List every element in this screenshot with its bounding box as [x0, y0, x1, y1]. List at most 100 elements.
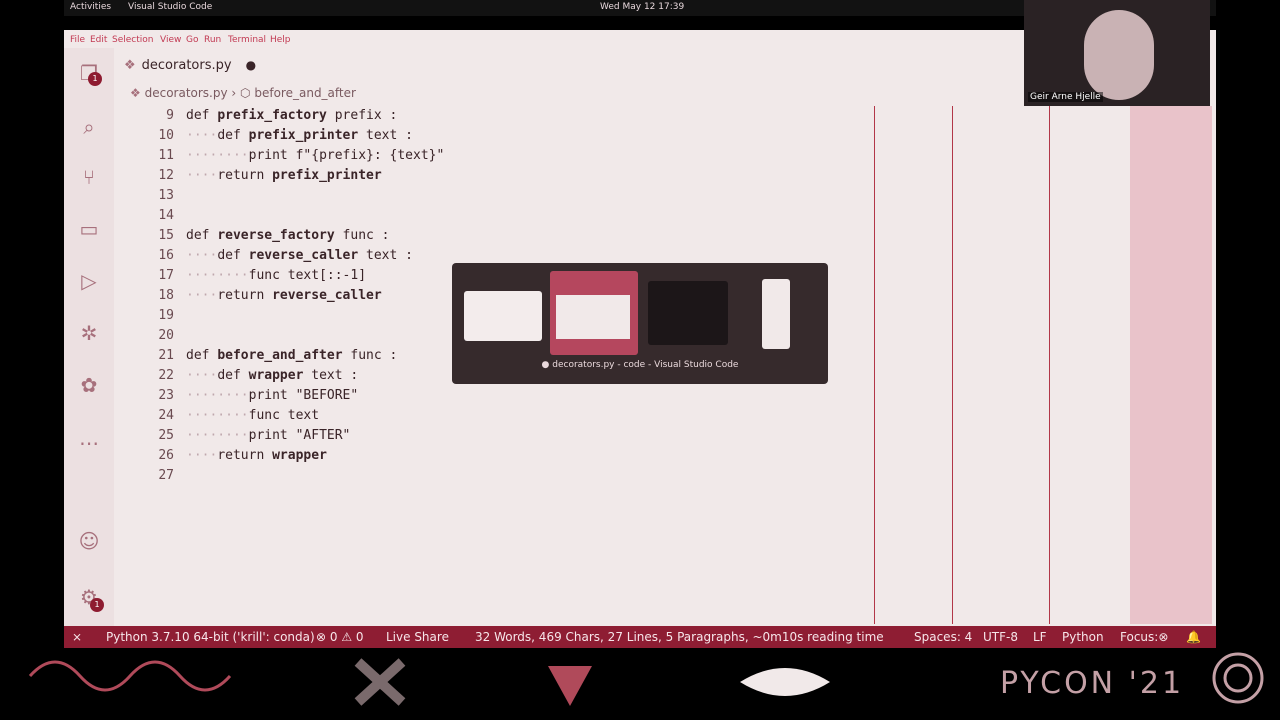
code-token: f"{prefix}: {text}" [287, 148, 445, 163]
code-token: return [217, 448, 265, 463]
editor-ruler [874, 106, 875, 624]
code-token: ···· [186, 448, 218, 463]
bell-icon[interactable]: 🔔 [1186, 630, 1201, 644]
remote-explorer-icon[interactable]: ▭ [76, 216, 102, 242]
line-number: 10 [158, 128, 174, 143]
code-token: prefix : [326, 108, 398, 123]
live-share-button[interactable]: Live Share [386, 630, 449, 644]
menu-edit[interactable]: Edit [90, 35, 107, 45]
webcam-overlay: Geir Arne Hjelle [1024, 0, 1210, 106]
breadcrumb-symbol[interactable]: before_and_after [254, 86, 356, 100]
window-switcher: ● decorators.py - code - Visual Studio C… [452, 263, 828, 384]
line-number: 9 [166, 108, 174, 123]
editor-ruler [952, 106, 953, 624]
menu-terminal[interactable]: Terminal [228, 35, 266, 45]
menu-help[interactable]: Help [270, 35, 291, 45]
python-file-icon: ❖ [130, 86, 141, 100]
pycon-logo-icon [1212, 652, 1264, 704]
symbol-method-icon: ⬡ [240, 86, 251, 100]
code-token: text : [358, 128, 413, 143]
run-debug-icon[interactable]: ▷ [76, 268, 102, 294]
code-text: ········func text[::-1] [186, 266, 366, 286]
encoding[interactable]: UTF-8 [983, 630, 1018, 644]
redacted-bar [404, 16, 876, 28]
code-token: "BEFORE" [287, 388, 359, 403]
live-share-icon[interactable]: ✿ [76, 372, 102, 398]
line-number: 15 [158, 228, 174, 243]
code-token: reverse_caller [248, 248, 359, 263]
editor-tab[interactable]: ❖ decorators.py ● [114, 48, 266, 82]
line-number: 16 [158, 248, 174, 263]
cross-icon [354, 658, 406, 706]
code-token: def [217, 368, 241, 383]
menu-selection[interactable]: Selection [112, 35, 153, 45]
clock[interactable]: Wed May 12 17:39 [600, 2, 684, 12]
line-number: 26 [158, 448, 174, 463]
extensions-icon[interactable]: ✲ [76, 320, 102, 346]
activities-button[interactable]: Activities [70, 2, 111, 12]
word-count: 32 Words, 469 Chars, 27 Lines, 5 Paragra… [475, 630, 884, 644]
window-thumbnail[interactable] [464, 291, 542, 341]
code-text: ····return reverse_caller [186, 286, 382, 306]
code-token: func text [248, 408, 320, 423]
code-token: def [186, 348, 210, 363]
remote-indicator[interactable]: ⨯ [72, 630, 82, 644]
terminal-thumbnail[interactable] [648, 281, 728, 345]
code-token: return [217, 288, 265, 303]
line-number: 24 [158, 408, 174, 423]
breadcrumb: ❖ decorators.py › ⬡ before_and_after [130, 86, 356, 100]
code-token: func : [342, 348, 398, 363]
problems-count[interactable]: ⊗ 0 ⚠ 0 [316, 630, 364, 644]
source-control-icon[interactable]: ⑂ [76, 164, 102, 190]
breadcrumb-file[interactable]: decorators.py [145, 86, 228, 100]
window-thumbnail-selected[interactable] [550, 271, 638, 355]
menu-go[interactable]: Go [186, 35, 198, 45]
indentation[interactable]: Spaces: 4 [914, 630, 972, 644]
code-token: print [248, 428, 288, 443]
code-token: return [217, 168, 265, 183]
code-token: ···· [186, 128, 218, 143]
unsaved-dot-icon[interactable]: ● [246, 58, 256, 72]
window-thumbnail[interactable] [762, 279, 790, 349]
menu-view[interactable]: View [160, 35, 181, 45]
line-number: 12 [158, 168, 174, 183]
code-token: ········ [186, 268, 249, 283]
code-token: prefix_factory [217, 108, 327, 123]
code-text: ········print "BEFORE" [186, 386, 358, 406]
menu-run[interactable]: Run [204, 35, 221, 45]
switcher-label: ● decorators.py - code - Visual Studio C… [541, 360, 739, 370]
code-text: ····return wrapper [186, 446, 327, 466]
code-text: ····def wrapper text : [186, 366, 358, 386]
minimap[interactable] [1130, 106, 1212, 624]
code-token: func text[::-1] [248, 268, 367, 283]
code-token: text : [358, 248, 413, 263]
code-token: text : [303, 368, 359, 383]
more-icon[interactable]: ⋯ [76, 430, 102, 456]
code-token: print [248, 148, 288, 163]
activity-bar: ❐ 1 ⌕ ⑂ ▭ ▷ ✲ ✿ ⋯ ☺ ⚙ 1 [64, 48, 114, 626]
accounts-icon[interactable]: ☺ [76, 528, 102, 554]
tab-filename: decorators.py [141, 57, 232, 73]
code-token: wrapper [248, 368, 304, 383]
menu-file[interactable]: File [70, 35, 85, 45]
end-of-line[interactable]: LF [1033, 630, 1047, 644]
pycon-title: PYCON '21 [1000, 666, 1185, 701]
triangle-icon [548, 666, 592, 706]
code-text: ········print "AFTER" [186, 426, 350, 446]
code-token: ········ [186, 388, 249, 403]
line-number: 13 [158, 188, 174, 203]
wave-icon [28, 660, 232, 692]
language-mode[interactable]: Python [1062, 630, 1104, 644]
code-text: ····def reverse_caller text : [186, 246, 413, 266]
python-interpreter[interactable]: Python 3.7.10 64-bit ('krill': conda) [106, 630, 315, 644]
code-token: def [217, 128, 241, 143]
line-number: 18 [158, 288, 174, 303]
code-text: ········func text [186, 406, 319, 426]
editor-ruler [1049, 106, 1050, 624]
focus-mode[interactable]: Focus:⊗ [1120, 630, 1168, 644]
code-token: def [217, 248, 241, 263]
app-menu[interactable]: Visual Studio Code [128, 2, 212, 12]
code-token: ········ [186, 428, 249, 443]
python-file-icon: ❖ [124, 57, 136, 73]
search-icon[interactable]: ⌕ [76, 114, 102, 140]
